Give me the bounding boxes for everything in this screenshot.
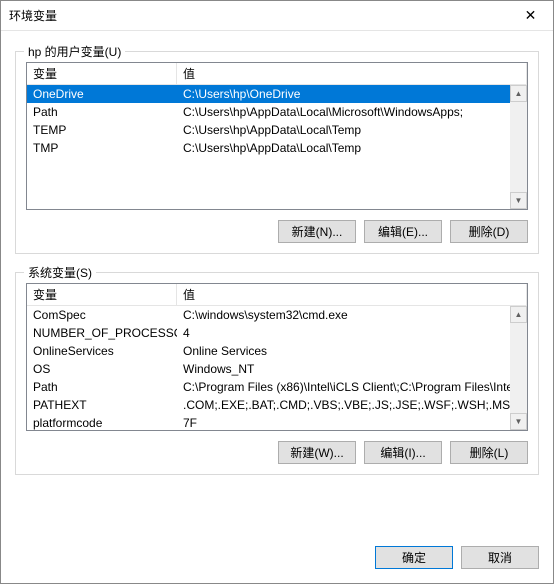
cell-var-name: TEMP (27, 122, 177, 138)
cell-var-name: TMP (27, 140, 177, 156)
table-row[interactable]: OneDriveC:\Users\hp\OneDrive (27, 85, 527, 103)
system-vars-buttons: 新建(W)... 编辑(I)... 删除(L) (26, 441, 528, 464)
cell-var-value: C:\Users\hp\AppData\Local\Microsoft\Wind… (177, 104, 527, 120)
system-vars-rows: ComSpecC:\windows\system32\cmd.exeNUMBER… (27, 306, 527, 430)
system-edit-button[interactable]: 编辑(I)... (364, 441, 442, 464)
cancel-button[interactable]: 取消 (461, 546, 539, 569)
table-row[interactable]: NUMBER_OF_PROCESSORS4 (27, 324, 527, 342)
user-vars-buttons: 新建(N)... 编辑(E)... 删除(D) (26, 220, 528, 243)
col-header-name[interactable]: 变量 (27, 63, 177, 84)
cell-var-value: Windows_NT (177, 361, 527, 377)
cell-var-name: OneDrive (27, 86, 177, 102)
cell-var-name: Path (27, 104, 177, 120)
table-row[interactable]: PathC:\Program Files (x86)\Intel\iCLS Cl… (27, 378, 527, 396)
titlebar: 环境变量 ✕ (1, 1, 553, 31)
close-button[interactable]: ✕ (508, 1, 553, 31)
table-row[interactable]: OnlineServicesOnline Services (27, 342, 527, 360)
user-vars-list[interactable]: 变量 值 OneDriveC:\Users\hp\OneDrivePathC:\… (26, 62, 528, 210)
cell-var-name: PATHEXT (27, 397, 177, 413)
user-vars-rows: OneDriveC:\Users\hp\OneDrivePathC:\Users… (27, 85, 527, 209)
scroll-down-icon[interactable]: ▼ (510, 413, 527, 430)
col-header-value[interactable]: 值 (177, 284, 527, 305)
col-header-name[interactable]: 变量 (27, 284, 177, 305)
cell-var-value: C:\Users\hp\AppData\Local\Temp (177, 122, 527, 138)
scroll-up-icon[interactable]: ▲ (510, 306, 527, 323)
cell-var-name: OnlineServices (27, 343, 177, 359)
cell-var-value: C:\windows\system32\cmd.exe (177, 307, 527, 323)
env-vars-dialog: 环境变量 ✕ hp 的用户变量(U) 变量 值 OneDriveC:\Users… (0, 0, 554, 584)
ok-button[interactable]: 确定 (375, 546, 453, 569)
system-vars-scrollbar[interactable]: ▲ ▼ (510, 306, 527, 430)
table-row[interactable]: OSWindows_NT (27, 360, 527, 378)
cell-var-name: ComSpec (27, 307, 177, 323)
system-vars-list[interactable]: 变量 值 ComSpecC:\windows\system32\cmd.exeN… (26, 283, 528, 431)
user-edit-button[interactable]: 编辑(E)... (364, 220, 442, 243)
user-new-button[interactable]: 新建(N)... (278, 220, 356, 243)
cell-var-value: C:\Users\hp\AppData\Local\Temp (177, 140, 527, 156)
system-vars-group: 系统变量(S) 变量 值 ComSpecC:\windows\system32\… (15, 272, 539, 475)
dialog-footer: 确定 取消 (1, 536, 553, 583)
scroll-down-icon[interactable]: ▼ (510, 192, 527, 209)
close-icon: ✕ (525, 7, 537, 24)
table-row[interactable]: PATHEXT.COM;.EXE;.BAT;.CMD;.VBS;.VBE;.JS… (27, 396, 527, 414)
dialog-body: hp 的用户变量(U) 变量 值 OneDriveC:\Users\hp\One… (1, 31, 553, 536)
cell-var-value: Online Services (177, 343, 527, 359)
table-row[interactable]: ComSpecC:\windows\system32\cmd.exe (27, 306, 527, 324)
system-delete-button[interactable]: 删除(L) (450, 441, 528, 464)
cell-var-value: 7F (177, 415, 527, 430)
scroll-track[interactable] (510, 323, 527, 413)
user-vars-group: hp 的用户变量(U) 变量 值 OneDriveC:\Users\hp\One… (15, 51, 539, 254)
table-row[interactable]: TMPC:\Users\hp\AppData\Local\Temp (27, 139, 527, 157)
cell-var-value: .COM;.EXE;.BAT;.CMD;.VBS;.VBE;.JS;.JSE;.… (177, 397, 527, 413)
user-vars-label: hp 的用户变量(U) (24, 43, 125, 60)
scroll-track[interactable] (510, 102, 527, 192)
table-row[interactable]: platformcode7F (27, 414, 527, 430)
user-vars-scrollbar[interactable]: ▲ ▼ (510, 85, 527, 209)
cell-var-name: Path (27, 379, 177, 395)
cell-var-value: C:\Users\hp\OneDrive (177, 86, 527, 102)
system-vars-label: 系统变量(S) (24, 264, 96, 281)
user-delete-button[interactable]: 删除(D) (450, 220, 528, 243)
table-row[interactable]: TEMPC:\Users\hp\AppData\Local\Temp (27, 121, 527, 139)
col-header-value[interactable]: 值 (177, 63, 527, 84)
cell-var-name: platformcode (27, 415, 177, 430)
window-title: 环境变量 (9, 7, 508, 24)
system-vars-header: 变量 值 (27, 284, 527, 306)
user-vars-header: 变量 值 (27, 63, 527, 85)
table-row[interactable]: PathC:\Users\hp\AppData\Local\Microsoft\… (27, 103, 527, 121)
scroll-up-icon[interactable]: ▲ (510, 85, 527, 102)
cell-var-name: NUMBER_OF_PROCESSORS (27, 325, 177, 341)
cell-var-value: 4 (177, 325, 527, 341)
system-new-button[interactable]: 新建(W)... (278, 441, 356, 464)
cell-var-value: C:\Program Files (x86)\Intel\iCLS Client… (177, 379, 527, 395)
cell-var-name: OS (27, 361, 177, 377)
